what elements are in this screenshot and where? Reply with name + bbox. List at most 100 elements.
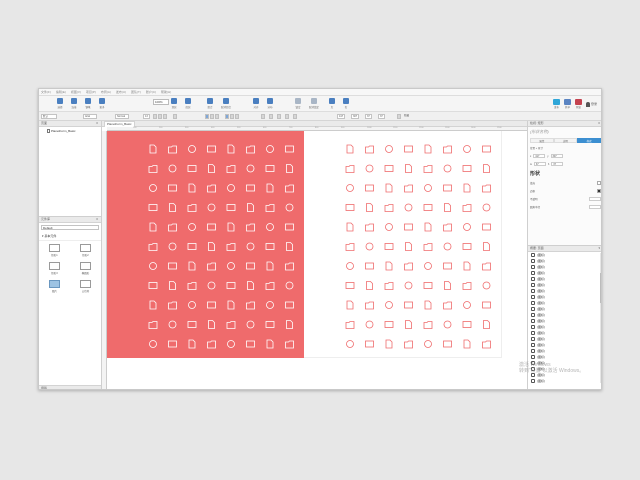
library-section[interactable]: ▾ 基本元件 xyxy=(39,232,101,241)
grid-icon[interactable] xyxy=(365,262,374,270)
menu-item[interactable]: 文件(F) xyxy=(41,90,51,94)
hidden-checkbox[interactable] xyxy=(397,114,401,119)
grid-icon[interactable] xyxy=(208,320,215,329)
grid-icon[interactable] xyxy=(168,184,177,192)
pages-panel-menu-icon[interactable]: ≡ xyxy=(96,121,98,126)
ungroup-tool-button[interactable]: 取消组合 xyxy=(221,98,231,109)
border-swatch[interactable] xyxy=(597,189,601,193)
grid-icon[interactable] xyxy=(246,301,255,310)
border-style-button[interactable] xyxy=(277,114,281,119)
grid-icon[interactable] xyxy=(424,184,432,192)
menu-item[interactable]: 帮助(H) xyxy=(161,90,171,94)
grid-icon[interactable] xyxy=(148,282,158,289)
grid-icon[interactable] xyxy=(227,340,235,348)
filter-icon[interactable]: ▾ xyxy=(598,246,600,251)
valign-bottom-button[interactable] xyxy=(235,114,239,119)
opacity-field[interactable] xyxy=(589,197,601,201)
right-tool-button[interactable]: 右 xyxy=(343,98,349,109)
grid-icon[interactable] xyxy=(404,203,413,212)
grid-icon[interactable] xyxy=(365,301,374,310)
grid-icon[interactable] xyxy=(188,223,196,231)
grid-icon[interactable] xyxy=(462,321,472,328)
menu-item[interactable]: 视图(V) xyxy=(71,90,81,94)
grid-icon[interactable] xyxy=(246,262,255,270)
share-button[interactable]: 共享 xyxy=(563,99,571,109)
grid-icon[interactable] xyxy=(265,282,275,290)
grid-icon[interactable] xyxy=(226,243,236,251)
pen-tool-button[interactable]: 钢笔 xyxy=(85,98,91,109)
grid-icon[interactable] xyxy=(265,243,275,250)
group-tool-button[interactable]: 组合 xyxy=(207,98,213,109)
grid-icon[interactable] xyxy=(246,184,255,192)
grid-icon[interactable] xyxy=(246,340,255,348)
grid-icon[interactable] xyxy=(462,204,472,212)
grid-icon[interactable] xyxy=(444,281,451,290)
grid-icon[interactable] xyxy=(168,164,177,173)
grid-icon[interactable] xyxy=(246,242,255,251)
publish-button[interactable]: 发布 xyxy=(552,99,560,109)
grid-icon[interactable] xyxy=(148,321,158,329)
grid-icon[interactable] xyxy=(285,184,294,193)
widget-item[interactable]: 矩形3 xyxy=(39,262,70,275)
bring-front-tool-button[interactable]: 顶层 xyxy=(171,98,177,109)
widget-item[interactable]: 矩形2 xyxy=(70,244,101,257)
grid-icon[interactable] xyxy=(208,242,215,251)
grid-icon[interactable] xyxy=(207,262,216,271)
grid-icon[interactable] xyxy=(463,223,471,231)
grid-icon[interactable] xyxy=(345,243,355,251)
grid-icon[interactable] xyxy=(443,262,452,270)
grid-icon[interactable] xyxy=(423,204,433,211)
outline-item[interactable]: (图标) xyxy=(528,378,601,384)
grid-icon[interactable] xyxy=(462,282,472,290)
grid-icon[interactable] xyxy=(366,203,373,212)
grid-icon[interactable] xyxy=(443,184,452,192)
valign-top-button[interactable] xyxy=(225,114,229,119)
widget-item[interactable]: 占位符 xyxy=(70,280,101,293)
text-color-button[interactable] xyxy=(173,114,177,119)
bold-button[interactable] xyxy=(153,114,157,119)
grid-icon[interactable] xyxy=(346,144,354,154)
grid-icon[interactable] xyxy=(285,301,294,309)
grid-icon[interactable] xyxy=(345,204,355,211)
grid-icon[interactable] xyxy=(265,165,275,172)
grid-icon[interactable] xyxy=(148,243,158,251)
grid-icon[interactable] xyxy=(168,340,177,348)
font-size-select[interactable]: 13 xyxy=(143,114,150,119)
grid-icon[interactable] xyxy=(187,282,197,290)
grid-icon[interactable] xyxy=(365,320,374,329)
grid-icon[interactable] xyxy=(168,262,177,270)
grid-icon[interactable] xyxy=(227,184,235,192)
y-field[interactable]: 307 xyxy=(351,114,359,119)
grid-icon[interactable] xyxy=(423,282,433,289)
align-right-button[interactable] xyxy=(215,114,219,119)
grid-icon[interactable] xyxy=(207,340,216,349)
grid-icon[interactable] xyxy=(265,204,275,212)
grid-icon[interactable] xyxy=(169,203,176,212)
x-field[interactable]: 417 xyxy=(337,114,345,119)
grid-icon[interactable] xyxy=(246,320,255,329)
grid-icon[interactable] xyxy=(443,301,452,310)
grid-icon[interactable] xyxy=(365,242,374,251)
grid-icon[interactable] xyxy=(424,144,432,154)
grid-icon[interactable] xyxy=(482,145,491,153)
grid-icon[interactable] xyxy=(246,223,255,232)
grid-icon[interactable] xyxy=(482,340,491,349)
grid-icon[interactable] xyxy=(404,301,413,309)
align-left-button[interactable] xyxy=(205,114,209,119)
menu-item[interactable]: 布局(A) xyxy=(101,90,111,94)
grid-icon[interactable] xyxy=(462,165,472,172)
grid-icon[interactable] xyxy=(443,242,452,251)
white-icon-board[interactable] xyxy=(304,131,502,358)
grid-icon[interactable] xyxy=(187,321,197,328)
library-select[interactable]: Default xyxy=(41,225,99,230)
select-tool-button[interactable]: 选择 xyxy=(57,98,63,109)
grid-icon[interactable] xyxy=(188,145,196,153)
grid-icon[interactable] xyxy=(424,262,432,270)
grid-icon[interactable] xyxy=(404,223,413,231)
grid-icon[interactable] xyxy=(188,183,196,193)
grid-icon[interactable] xyxy=(366,281,373,290)
grid-icon[interactable] xyxy=(207,203,216,212)
grid-icon[interactable] xyxy=(443,340,452,348)
canvas-stage[interactable] xyxy=(107,131,527,389)
grid-icon[interactable] xyxy=(385,183,393,193)
